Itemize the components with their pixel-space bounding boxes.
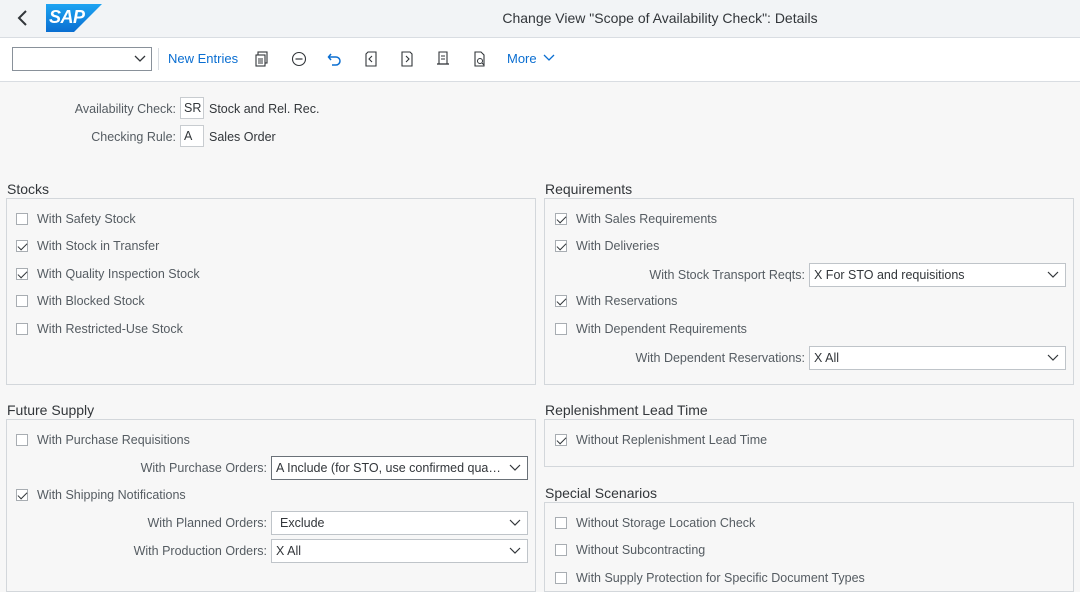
subcontracting-checkbox[interactable] [555, 544, 567, 556]
page-title: Change View "Scope of Availability Check… [502, 10, 818, 26]
planned-orders-value: Exclude [280, 516, 325, 530]
toolbar: New Entries More [0, 38, 1080, 82]
production-orders-dropdown[interactable]: X All [271, 539, 528, 563]
stock-transport-label: With Stock Transport Reqts: [649, 268, 805, 282]
planned-orders-label: With Planned Orders: [147, 516, 268, 530]
supply-option-row[interactable]: With Purchase Requisitions [16, 430, 190, 450]
requirement-option-row[interactable]: With Reservations [555, 291, 677, 311]
back-button[interactable] [12, 8, 34, 30]
availability-check-field[interactable]: SR [180, 97, 204, 119]
shipping-notifications-label: With Shipping Notifications [37, 488, 186, 502]
print-icon[interactable] [470, 50, 488, 68]
checking-rule-field[interactable]: A [180, 125, 204, 147]
replenishment-option-row[interactable]: Without Replenishment Lead Time [555, 430, 767, 450]
supply-protection-label: With Supply Protection for Specific Docu… [576, 571, 865, 585]
reservations-checkbox[interactable] [555, 295, 567, 307]
special-option-row[interactable]: Without Subcontracting [555, 540, 705, 560]
restricted-use-label: With Restricted-Use Stock [37, 322, 183, 336]
sales-requirements-label: With Sales Requirements [576, 212, 718, 226]
future-supply-title: Future Supply [7, 402, 95, 418]
requirement-option-row[interactable]: With Deliveries [555, 236, 659, 256]
storage-location-checkbox[interactable] [555, 517, 567, 529]
requirement-option-row[interactable]: With Sales Requirements [555, 209, 717, 229]
more-button[interactable]: More [507, 50, 555, 70]
shell-bar: SAP Change View "Scope of Availability C… [0, 0, 1080, 38]
delete-icon[interactable] [290, 50, 308, 68]
special-scenarios-title: Special Scenarios [545, 485, 658, 501]
safety-stock-label: With Safety Stock [37, 212, 136, 226]
deliveries-checkbox[interactable] [555, 240, 567, 252]
new-entries-button[interactable]: New Entries [168, 50, 238, 70]
restricted-use-checkbox[interactable] [16, 323, 28, 335]
purchase-orders-value: A Include (for STO, use confirmed quanti… [276, 461, 516, 475]
without-lead-time-label: Without Replenishment Lead Time [576, 433, 768, 447]
blocked-stock-checkbox[interactable] [16, 295, 28, 307]
chevron-down-icon [509, 464, 521, 471]
export-icon[interactable] [434, 50, 452, 68]
special-option-row[interactable]: With Supply Protection for Specific Docu… [555, 568, 865, 588]
stocks-title: Stocks [7, 181, 50, 197]
purchase-orders-dropdown[interactable]: A Include (for STO, use confirmed quanti… [271, 456, 528, 480]
chevron-down-icon [543, 54, 555, 61]
chevron-left-icon [17, 10, 27, 26]
replenishment-title: Replenishment Lead Time [545, 402, 708, 418]
dependent-reservations-value: X All [814, 351, 840, 365]
chevron-down-icon [509, 519, 521, 526]
command-field[interactable] [12, 47, 152, 71]
sales-requirements-checkbox[interactable] [555, 213, 567, 225]
subcontracting-label: Without Subcontracting [576, 543, 706, 557]
toolbar-separator [158, 48, 159, 70]
requirement-option-row[interactable]: With Dependent Requirements [555, 319, 747, 339]
dependent-requirements-checkbox[interactable] [555, 323, 567, 335]
chevron-down-icon [1047, 354, 1059, 361]
stock-option-row[interactable]: With Blocked Stock [16, 291, 145, 311]
more-label: More [507, 51, 537, 66]
chevron-down-icon [134, 55, 146, 62]
supply-protection-checkbox[interactable] [555, 572, 567, 584]
availability-check-label: Availability Check: [74, 102, 176, 116]
checking-rule-label: Checking Rule: [91, 130, 176, 144]
availability-check-text: Stock and Rel. Rec. [209, 102, 320, 116]
shipping-notifications-checkbox[interactable] [16, 489, 28, 501]
quality-inspection-label: With Quality Inspection Stock [37, 267, 200, 281]
previous-entry-icon[interactable] [362, 50, 380, 68]
stock-option-row[interactable]: With Quality Inspection Stock [16, 264, 200, 284]
chevron-down-icon [509, 547, 521, 554]
production-orders-value: X All [276, 544, 302, 558]
copy-as-icon[interactable] [254, 50, 272, 68]
dependent-requirements-label: With Dependent Requirements [576, 322, 747, 336]
sap-logo-text: SAP [49, 7, 85, 27]
purchase-requisitions-checkbox[interactable] [16, 434, 28, 446]
requirements-title: Requirements [545, 181, 633, 197]
special-option-row[interactable]: Without Storage Location Check [555, 513, 755, 533]
without-lead-time-checkbox[interactable] [555, 434, 567, 446]
reservations-label: With Reservations [576, 294, 678, 308]
stock-option-row[interactable]: With Restricted-Use Stock [16, 319, 183, 339]
storage-location-label: Without Storage Location Check [576, 516, 756, 530]
stock-transport-value: X For STO and requisitions [814, 268, 965, 282]
chevron-down-icon [1047, 271, 1059, 278]
stock-in-transfer-label: With Stock in Transfer [37, 239, 160, 253]
stock-in-transfer-checkbox[interactable] [16, 240, 28, 252]
supply-option-row[interactable]: With Shipping Notifications [16, 485, 186, 505]
safety-stock-checkbox[interactable] [16, 213, 28, 225]
dependent-reservations-dropdown[interactable]: X All [809, 346, 1066, 370]
stock-option-row[interactable]: With Safety Stock [16, 209, 136, 229]
planned-orders-dropdown[interactable]: Exclude [271, 511, 528, 535]
sap-logo: SAP [46, 4, 102, 32]
checking-rule-text: Sales Order [209, 130, 276, 144]
dependent-reservations-label: With Dependent Reservations: [635, 351, 805, 365]
production-orders-label: With Production Orders: [133, 544, 267, 558]
stock-transport-dropdown[interactable]: X For STO and requisitions [809, 263, 1066, 287]
blocked-stock-label: With Blocked Stock [37, 294, 145, 308]
purchase-requisitions-label: With Purchase Requisitions [37, 433, 190, 447]
stock-option-row[interactable]: With Stock in Transfer [16, 236, 159, 256]
deliveries-label: With Deliveries [576, 239, 660, 253]
purchase-orders-label: With Purchase Orders: [140, 461, 267, 475]
next-entry-icon[interactable] [398, 50, 416, 68]
undo-icon[interactable] [326, 50, 344, 68]
quality-inspection-checkbox[interactable] [16, 268, 28, 280]
